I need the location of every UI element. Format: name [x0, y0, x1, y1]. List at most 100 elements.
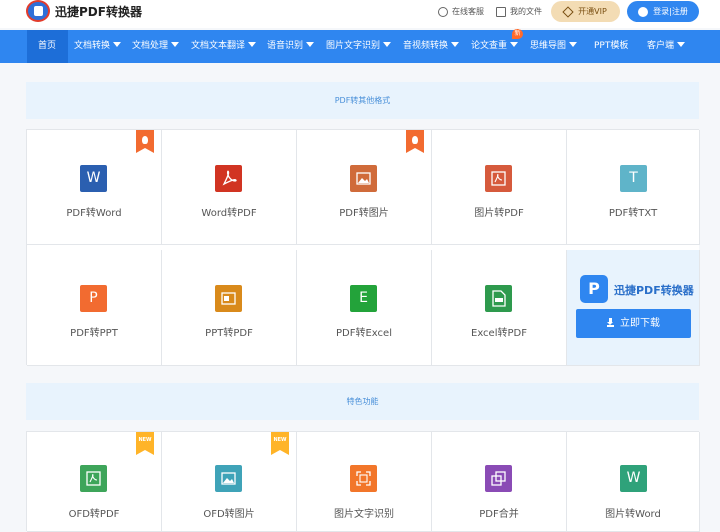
word-icon: W — [620, 465, 647, 492]
tool-label: 图片文字识别 — [334, 509, 394, 520]
chevron-down-icon — [113, 42, 122, 47]
feature-grid: NEW OFD转PDF NEW OFD转图片 图片文字识别 PDF合并 W 图片… — [26, 431, 700, 532]
download-label: 立即下载 — [620, 318, 660, 329]
pdf-file-icon — [485, 285, 512, 312]
download-promo: P 迅捷PDF转换器 立即下载 — [567, 250, 700, 366]
pdf-icon — [215, 165, 242, 192]
vip-button[interactable]: 开通VIP — [551, 1, 620, 22]
tool-label: PPT转PDF — [205, 328, 253, 339]
new-badge: NEW — [136, 432, 154, 455]
online-service-label: 在线客服 — [452, 7, 484, 16]
chevron-down-icon — [569, 42, 578, 47]
chevron-down-icon — [306, 42, 315, 47]
excel-icon: E — [350, 285, 377, 312]
headset-icon — [438, 6, 448, 17]
tool-grid: W PDF转Word Word转PDF PDF转图片 图片转PDF T PDF转… — [26, 129, 700, 366]
nav-label: 客户端 — [647, 41, 675, 51]
nav-item-ppt[interactable]: PPT模板 — [594, 30, 628, 63]
tool-card-ppt-to-pdf[interactable]: PPT转PDF — [162, 250, 297, 366]
nav-item-mindmap[interactable]: 思维导图 — [530, 30, 578, 63]
nav-label: 文档处理 — [132, 41, 169, 51]
diamond-icon — [562, 5, 574, 18]
nav-item-translate[interactable]: 文档文本翻译 — [191, 30, 257, 63]
top-bar: 迅捷PDF转换器 在线客服 我的文件 开通VIP 登录|注册 — [0, 0, 720, 28]
tool-label: PDF转Word — [66, 208, 122, 219]
user-icon — [638, 6, 649, 17]
download-icon — [607, 318, 614, 327]
nav-label: 语音识别 — [267, 41, 304, 51]
pdf-icon — [485, 165, 512, 192]
nav-label: 首页 — [38, 41, 57, 51]
nav-label: 音视频转换 — [403, 41, 449, 51]
nav-label: 文档转换 — [74, 41, 111, 51]
tool-label: Word转PDF — [201, 208, 257, 219]
tool-card-excel-to-pdf[interactable]: Excel转PDF — [432, 250, 567, 366]
my-files-link[interactable]: 我的文件 — [496, 6, 542, 17]
tool-card-ofd-to-image[interactable]: NEW OFD转图片 — [162, 432, 297, 532]
promo-app-name: 迅捷PDF转换器 — [614, 284, 694, 297]
tool-card-pdf-to-image[interactable]: PDF转图片 — [297, 130, 432, 245]
nav-item-doc-process[interactable]: 文档处理 — [132, 30, 180, 63]
tool-label: PDF转Excel — [336, 328, 392, 339]
tool-card-ofd-to-pdf[interactable]: NEW OFD转PDF — [27, 432, 162, 532]
download-button[interactable]: 立即下载 — [576, 309, 691, 338]
text-icon: T — [620, 165, 647, 192]
tool-card-pdf-to-excel[interactable]: E PDF转Excel — [297, 250, 432, 366]
tool-label: 图片转PDF — [474, 208, 524, 219]
vip-label: 开通VIP — [578, 7, 607, 16]
tool-card-pdf-to-word[interactable]: W PDF转Word — [27, 130, 162, 245]
scan-icon — [350, 465, 377, 492]
brand-logo[interactable]: 迅捷PDF转换器 — [26, 0, 142, 22]
tool-card-image-ocr[interactable]: 图片文字识别 — [297, 432, 432, 532]
file-icon — [496, 6, 506, 17]
nav-item-speech[interactable]: 语音识别 — [267, 30, 315, 63]
hot-badge-icon — [136, 130, 154, 153]
chevron-down-icon — [451, 42, 460, 47]
nav-item-media[interactable]: 音视频转换 — [403, 30, 460, 63]
login-button[interactable]: 登录|注册 — [627, 1, 699, 22]
online-service-link[interactable]: 在线客服 — [438, 6, 484, 17]
ppt-icon: P — [80, 285, 107, 312]
image-icon — [215, 465, 242, 492]
chevron-down-icon — [248, 42, 257, 47]
section-title: PDF转其他格式 — [26, 82, 699, 119]
tool-card-pdf-merge[interactable]: PDF合并 — [432, 432, 567, 532]
merge-icon — [485, 465, 512, 492]
nav-item-ocr[interactable]: 图片文字识别 — [326, 30, 392, 63]
tool-label: PDF转图片 — [339, 208, 389, 219]
tool-label: PDF合并 — [479, 509, 519, 520]
nav-label: 思维导图 — [530, 41, 567, 51]
tool-card-pdf-to-txt[interactable]: T PDF转TXT — [567, 130, 700, 245]
logo-icon — [26, 0, 50, 22]
chevron-down-icon — [677, 42, 686, 47]
tool-label: PDF转PPT — [70, 328, 118, 339]
nav-item-plagiarism[interactable]: 论文查重 — [471, 30, 519, 63]
nav-label: 论文查重 — [471, 41, 508, 51]
tool-card-pdf-to-ppt[interactable]: P PDF转PPT — [27, 250, 162, 366]
tool-label: Excel转PDF — [471, 328, 527, 339]
app-logo-icon: P — [580, 275, 608, 303]
nav-label: PPT模板 — [594, 41, 629, 51]
tool-card-word-to-pdf[interactable]: Word转PDF — [162, 130, 297, 245]
section-title: 特色功能 — [26, 383, 699, 420]
my-files-label: 我的文件 — [510, 7, 542, 16]
tool-label: OFD转PDF — [68, 509, 120, 520]
brand-name: 迅捷PDF转换器 — [55, 4, 142, 19]
new-tag: 新 — [512, 29, 523, 39]
tool-card-image-to-pdf[interactable]: 图片转PDF — [432, 130, 567, 245]
chevron-down-icon — [171, 42, 180, 47]
nav-item-client[interactable]: 客户端 — [647, 30, 686, 63]
nav-item-doc-convert[interactable]: 文档转换 — [74, 30, 122, 63]
nav-label: 文档文本翻译 — [191, 41, 246, 51]
login-label: 登录|注册 — [653, 7, 688, 16]
tool-card-image-to-word[interactable]: W 图片转Word — [567, 432, 700, 532]
tool-label: 图片转Word — [605, 509, 661, 520]
nav-item-home[interactable]: 首页 — [27, 30, 68, 63]
hot-badge-icon — [406, 130, 424, 153]
chevron-down-icon — [383, 42, 392, 47]
pdf-icon — [80, 465, 107, 492]
new-badge: NEW — [271, 432, 289, 455]
nav-label: 图片文字识别 — [326, 41, 381, 51]
ppt-file-icon — [215, 285, 242, 312]
chevron-down-icon — [510, 42, 519, 47]
